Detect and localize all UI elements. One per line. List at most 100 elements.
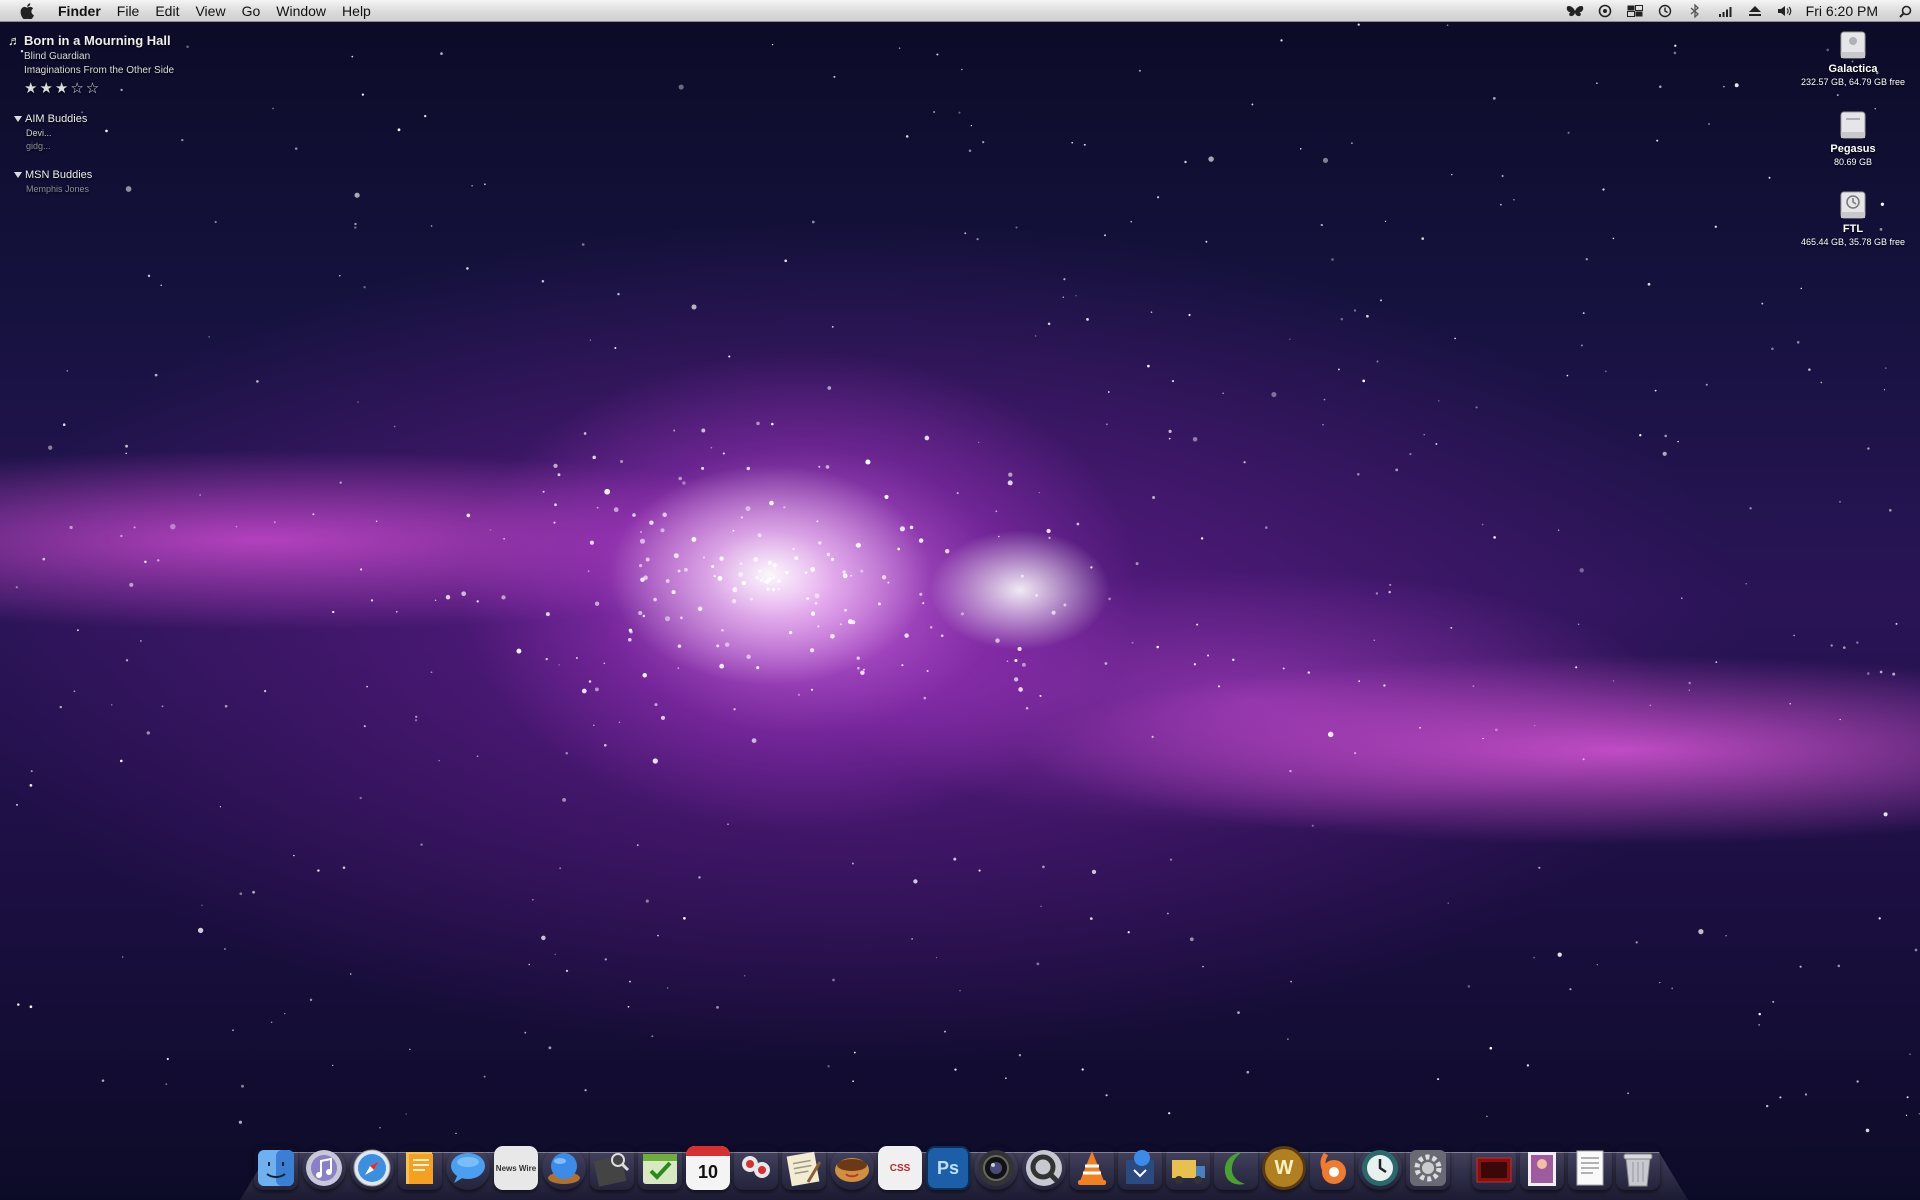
star	[29, 784, 33, 787]
wifi-icon[interactable]	[1710, 0, 1740, 22]
spotlight-search-icon[interactable]	[1890, 0, 1920, 22]
hard-drive-icon[interactable]	[1838, 110, 1868, 140]
star	[342, 866, 346, 869]
pages-icon[interactable]	[398, 1146, 442, 1190]
star	[614, 347, 617, 349]
drive-pegasus[interactable]: Pegasus 80.69 GB	[1788, 110, 1918, 167]
hard-drive-icon[interactable]	[1838, 30, 1868, 60]
menu-clock[interactable]: Fri 6:20 PM	[1800, 0, 1890, 22]
quicktime-icon[interactable]	[1022, 1146, 1066, 1190]
menu-file[interactable]: File	[109, 0, 148, 22]
star	[678, 84, 684, 90]
star	[826, 552, 830, 557]
aim-group-header[interactable]: AIM Buddies	[14, 113, 87, 125]
menu-edit[interactable]: Edit	[147, 0, 187, 22]
star	[594, 687, 599, 692]
star	[239, 892, 243, 896]
photobooth-stack-icon[interactable]	[1472, 1146, 1516, 1190]
textedit-icon[interactable]	[782, 1146, 826, 1190]
star	[1492, 97, 1496, 100]
things-icon[interactable]	[638, 1146, 682, 1190]
star	[1575, 666, 1578, 669]
photoshop-icon[interactable]: Ps	[926, 1146, 970, 1190]
star	[657, 934, 659, 937]
star	[651, 1035, 654, 1038]
cssedit-icon[interactable]: CSS	[878, 1146, 922, 1190]
star	[665, 579, 670, 583]
disclosure-triangle-icon[interactable]	[14, 116, 22, 122]
finder-icon[interactable]	[254, 1146, 298, 1190]
star	[863, 668, 865, 671]
star	[48, 445, 53, 450]
eject-icon[interactable]	[1740, 0, 1770, 22]
aperture-icon[interactable]	[974, 1146, 1018, 1190]
drive-galactica[interactable]: Galactica 232.57 GB, 64.79 GB free	[1788, 30, 1918, 87]
star	[833, 75, 836, 78]
butterfly-icon[interactable]	[1560, 0, 1590, 22]
menu-view[interactable]: View	[187, 0, 233, 22]
cyberduck-icon[interactable]	[1118, 1146, 1162, 1190]
system-preferences-icon[interactable]	[1406, 1146, 1450, 1190]
buddy-item[interactable]: gidg...	[26, 141, 87, 151]
star	[850, 574, 852, 577]
menu-app-finder[interactable]: Finder	[50, 0, 109, 22]
ichat-icon[interactable]	[446, 1146, 490, 1190]
star	[901, 664, 904, 667]
menu-window[interactable]: Window	[268, 0, 334, 22]
drive-ftl[interactable]: FTL 465.44 GB, 35.78 GB free	[1788, 190, 1918, 247]
star	[968, 149, 972, 152]
msn-group-header[interactable]: MSN Buddies	[14, 169, 92, 181]
preview-icon[interactable]	[590, 1146, 634, 1190]
star	[1627, 1092, 1629, 1095]
bluetooth-icon[interactable]	[1680, 0, 1710, 22]
documents-stack-icon[interactable]	[1568, 1146, 1612, 1190]
apple-menu-icon[interactable]	[16, 0, 38, 22]
photoshop-label: Ps	[936, 1157, 960, 1178]
star	[589, 540, 594, 545]
coffee-icon[interactable]	[830, 1146, 874, 1190]
camino-icon[interactable]	[542, 1146, 586, 1190]
time-machine-drive-icon[interactable]	[1838, 190, 1868, 220]
time-machine-icon[interactable]	[1650, 0, 1680, 22]
star	[1472, 685, 1475, 687]
volume-icon[interactable]	[1770, 0, 1800, 22]
star	[1081, 1068, 1084, 1071]
itunes-icon[interactable]	[302, 1146, 346, 1190]
star	[603, 662, 606, 665]
vlc-icon[interactable]	[1070, 1146, 1114, 1190]
star	[1889, 509, 1892, 512]
menu-help[interactable]: Help	[334, 0, 379, 22]
spaces-icon[interactable]	[1620, 0, 1650, 22]
ical-icon[interactable]: 10	[686, 1146, 730, 1190]
disclosure-triangle-icon[interactable]	[14, 172, 22, 178]
safari-icon[interactable]	[350, 1146, 394, 1190]
pictures-stack-icon[interactable]	[1520, 1146, 1564, 1190]
screen-sharing-icon[interactable]	[1590, 0, 1620, 22]
star	[484, 183, 486, 186]
transmit-icon[interactable]	[1166, 1146, 1210, 1190]
star	[541, 279, 545, 283]
star	[219, 806, 222, 808]
starfield	[15, 23, 1920, 1135]
time-machine-dock-icon[interactable]	[1358, 1146, 1402, 1190]
star	[804, 571, 808, 574]
star	[1708, 123, 1710, 125]
newsfire-icon[interactable]: News Wire	[494, 1146, 538, 1190]
star	[1892, 672, 1896, 676]
adium-icon[interactable]	[1310, 1146, 1354, 1190]
star	[359, 796, 362, 800]
star	[1446, 24, 1449, 27]
star	[844, 608, 847, 612]
star	[733, 708, 736, 711]
star	[1358, 680, 1361, 683]
star	[1108, 597, 1111, 601]
warcraft-icon[interactable]: W	[1262, 1146, 1306, 1190]
star	[745, 506, 751, 512]
pixelmator-icon[interactable]	[734, 1146, 778, 1190]
growl-icon[interactable]	[1214, 1146, 1258, 1190]
buddy-item[interactable]: Devi...	[26, 128, 87, 138]
star	[1051, 610, 1056, 615]
menu-go[interactable]: Go	[234, 0, 269, 22]
buddy-item[interactable]: Memphis Jones	[26, 184, 92, 194]
trash-icon[interactable]	[1616, 1146, 1660, 1190]
